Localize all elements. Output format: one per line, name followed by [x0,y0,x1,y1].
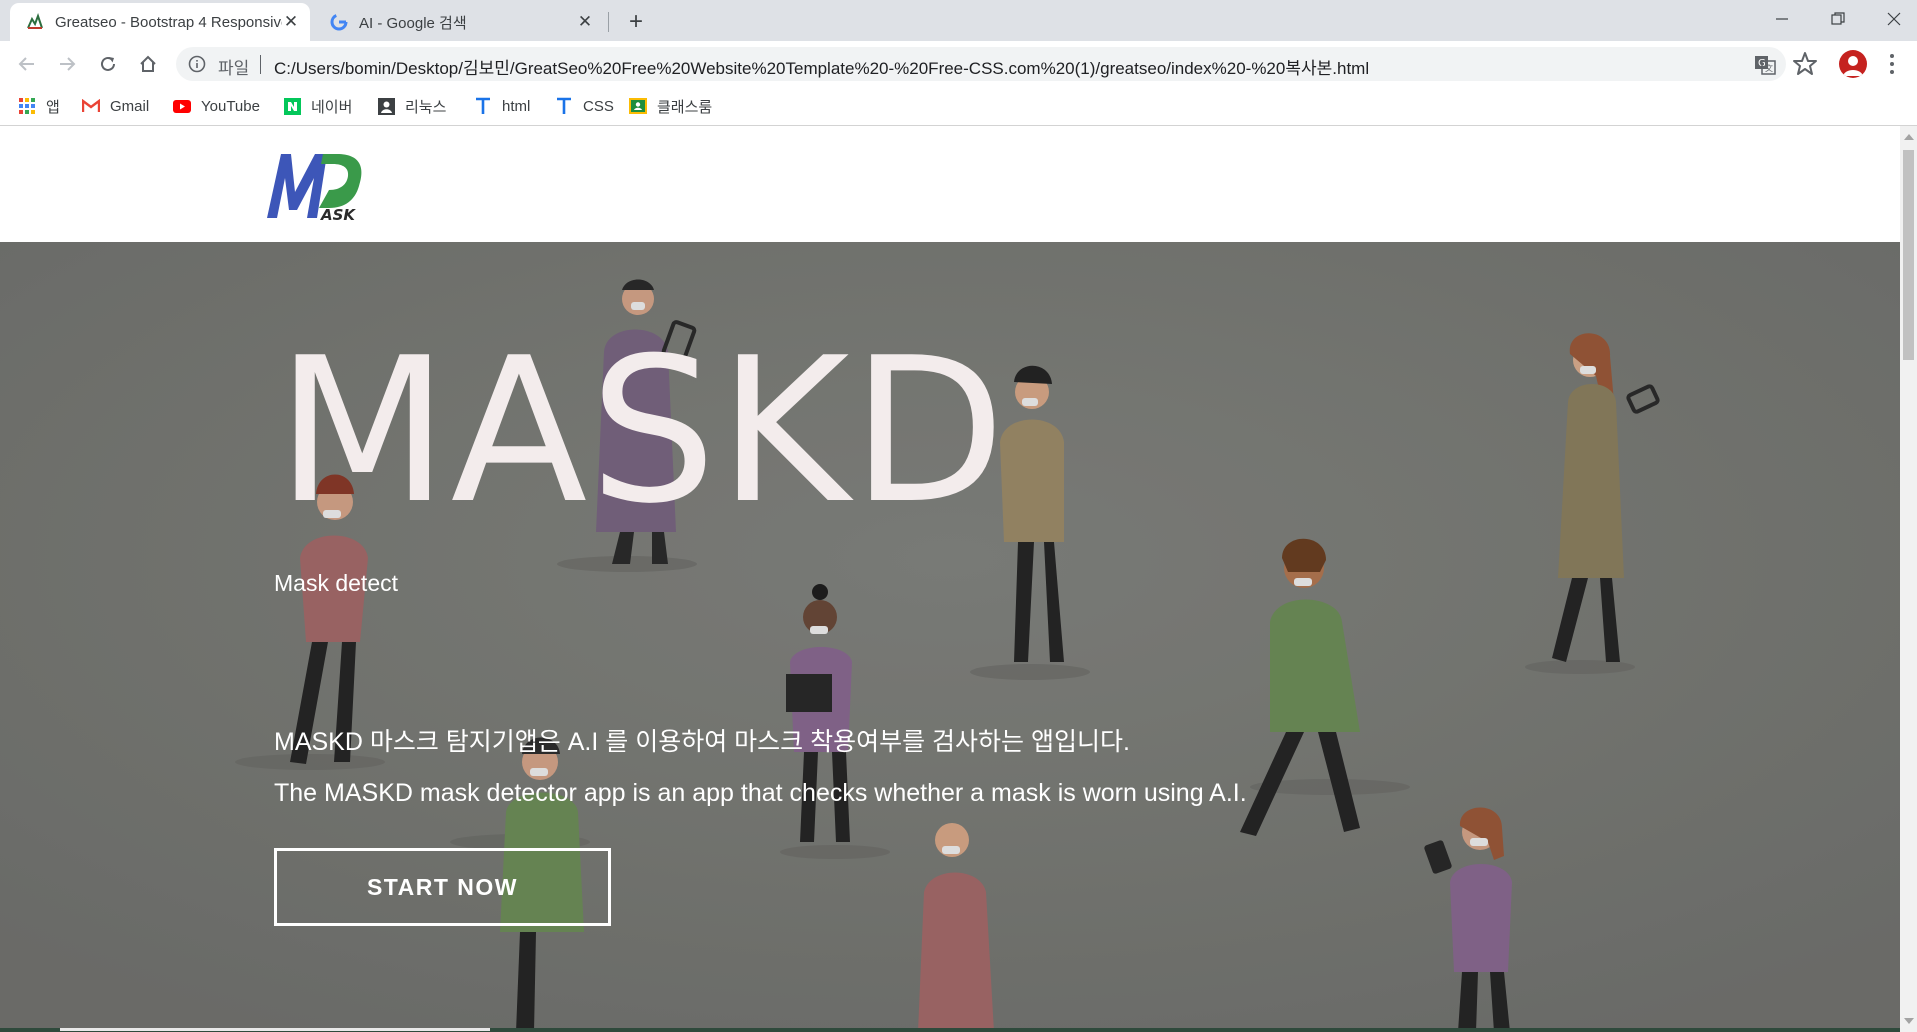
bookmark-label: html [502,97,531,115]
start-now-button[interactable]: START NOW [274,848,611,926]
tab-strip: Greatseo - Bootstrap 4 Responsive ✕ AI -… [0,0,1917,41]
bookmark-label: 네이버 [311,98,353,116]
gmail-icon [82,97,100,115]
scroll-down-arrow-icon[interactable] [1904,1018,1914,1024]
t-letter-icon [555,97,573,115]
scrollbar-thumb[interactable] [1903,150,1914,360]
svg-text:ASK: ASK [320,206,356,222]
tab-divider [608,12,609,32]
bookmark-gmail[interactable]: Gmail [82,95,149,117]
close-tab-icon[interactable]: ✕ [576,12,594,31]
back-button[interactable] [12,49,42,79]
t-letter-icon [474,97,492,115]
classroom-icon [629,97,647,115]
hero-description-english: The MASKD mask detector app is an app th… [274,779,1247,807]
home-button[interactable] [133,49,163,79]
bookmark-label: YouTube [201,97,260,115]
bookmark-naver[interactable]: 네이버 [283,95,352,117]
new-tab-button[interactable]: + [622,8,650,36]
profile-person-icon [1843,56,1863,76]
reload-button[interactable] [93,49,123,79]
omnibox-divider [260,55,261,74]
info-icon[interactable] [188,55,206,73]
forward-arrow-icon [60,57,76,71]
hero-bottom-highlight [60,1028,490,1031]
bookmark-label: 앱 [46,98,60,116]
url-text[interactable]: C:/Users/bomin/Desktop/김보민/GreatSeo%20Fr… [274,54,1369,79]
file-scheme-label: 파일 [218,59,250,78]
bookmark-star-icon[interactable] [1792,51,1818,77]
tab-greatseo[interactable]: Greatseo - Bootstrap 4 Responsive ✕ [10,3,310,41]
hero-description-korean: MASKD 마스크 탐지기앱은 A.I 를 이용하여 마스크 착용여부를 검사하… [274,728,1130,756]
hero-title: MASKD [276,315,1008,548]
bookmark-linux[interactable]: 리눅스 [377,95,446,117]
maskd-logo[interactable]: ASK [263,148,367,222]
bookmark-html[interactable]: html [474,95,530,117]
apps-grid-icon [18,97,36,115]
translate-icon[interactable]: G文 [1754,54,1776,76]
profile-avatar[interactable] [1839,50,1867,78]
tab-title: AI - Google 검색 [359,14,467,32]
page-viewport: ASK MASKD Mask detect MASKD 마스크 탐지기앱은 A.… [0,126,1900,1032]
hero-subtitle: Mask detect [274,570,398,596]
browser-menu-button[interactable] [1882,51,1902,77]
site-header: ASK [0,126,1900,242]
tab-google-search[interactable]: AI - Google 검색 ✕ [314,3,604,41]
bookmark-label: CSS [583,97,614,115]
home-icon [140,55,156,72]
bookmark-label: 클래스룸 [657,98,713,116]
youtube-icon [173,97,191,115]
bookmark-youtube[interactable]: YouTube [173,95,260,117]
naver-icon [283,97,301,115]
reload-icon [101,56,115,71]
bookmark-label: Gmail [110,97,150,115]
google-favicon-icon [330,13,348,31]
greatseo-favicon-icon [26,13,44,31]
tab-title: Greatseo - Bootstrap 4 Responsive [55,13,282,31]
bookmark-apps[interactable]: 앱 [18,95,60,117]
minimize-button[interactable] [1754,0,1810,38]
browser-toolbar: 파일 C:/Users/bomin/Desktop/김보민/GreatSeo%2… [0,41,1917,87]
forward-button[interactable] [52,49,82,79]
address-bar[interactable]: 파일 C:/Users/bomin/Desktop/김보민/GreatSeo%2… [176,47,1786,81]
back-arrow-icon [18,57,34,71]
restore-button[interactable] [1810,0,1866,38]
svg-text:文: 文 [1765,63,1773,73]
close-tab-icon[interactable]: ✕ [282,12,300,31]
hero-section: MASKD Mask detect MASKD 마스크 탐지기앱은 A.I 를 … [0,242,1900,1032]
scroll-up-arrow-icon[interactable] [1904,134,1914,140]
bookmark-classroom[interactable]: 클래스룸 [629,95,712,117]
page-scrollbar[interactable] [1900,126,1917,1032]
bookmarks-bar: 앱 Gmail YouTube 네이버 리눅스 html CSS 클래스룸 [0,87,1917,126]
contact-icon [377,97,395,115]
bookmark-css[interactable]: CSS [555,95,614,117]
bookmark-label: 리눅스 [405,98,447,116]
close-window-button[interactable] [1866,0,1917,38]
